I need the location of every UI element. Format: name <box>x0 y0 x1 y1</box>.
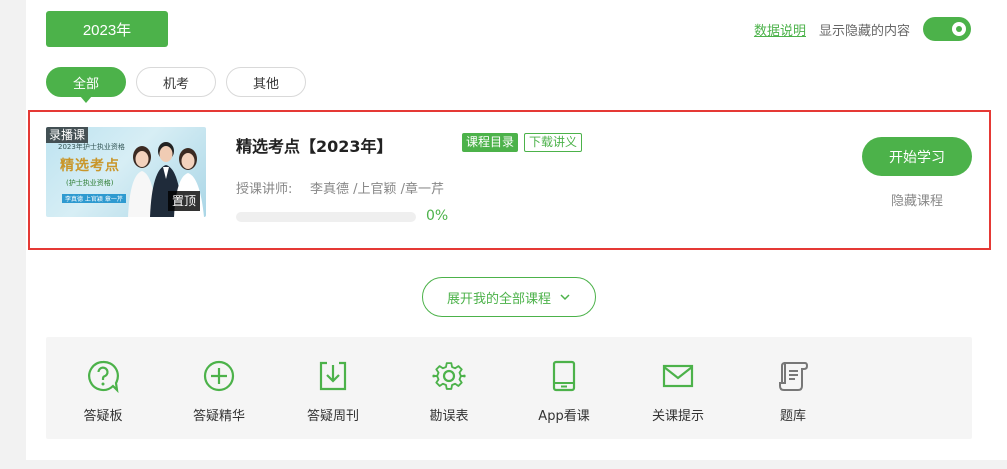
tool-label: 关课提示 <box>651 409 704 424</box>
thumb-small-text: 2023年护士执业资格 <box>58 143 125 151</box>
download-handout-tag[interactable]: 下载讲义 <box>524 133 583 152</box>
download-box-icon <box>319 361 347 391</box>
tool-label: 答疑板 <box>83 409 123 424</box>
course-card: 录播课 2023年护士执业资格 精选考点 (护士执业资格) 李真德 上官颖 章一… <box>28 110 991 250</box>
thumb-subtitle: (护士执业资格) <box>66 179 114 187</box>
envelope-icon <box>662 364 694 388</box>
pinned-badge[interactable]: 置顶 <box>167 191 200 211</box>
year-button[interactable]: 2023年 <box>46 11 168 47</box>
course-title[interactable]: 精选考点【2023年】 <box>236 133 393 157</box>
progress-bar <box>236 212 416 222</box>
tool-errata[interactable]: 勘误表 <box>414 337 484 439</box>
top-right-controls: 数据说明 显示隐藏的内容 <box>754 16 971 42</box>
expand-label: 展开我的全部课程 <box>446 290 551 306</box>
teacher-label: 授课讲师: <box>236 182 293 197</box>
tool-question-bank[interactable]: 题库 <box>758 337 828 439</box>
hide-course-button[interactable]: 隐藏课程 <box>862 190 972 209</box>
chevron-down-icon <box>560 294 570 301</box>
tool-label: 答疑精华 <box>192 409 245 424</box>
tool-label: App看课 <box>538 409 590 424</box>
course-catalog-tag[interactable]: 课程目录 <box>462 133 519 152</box>
plus-circle-icon <box>203 360 235 392</box>
course-thumbnail[interactable]: 录播课 2023年护士执业资格 精选考点 (护士执业资格) 李真德 上官颖 章一… <box>46 127 206 217</box>
tool-label: 题库 <box>779 409 806 424</box>
start-learning-button[interactable]: 开始学习 <box>862 137 972 176</box>
tool-qa-highlights[interactable]: 答疑精华 <box>184 337 254 439</box>
tab-machine-exam[interactable]: 机考 <box>136 67 216 97</box>
show-hidden-toggle[interactable] <box>923 17 971 41</box>
filter-tabs: 全部 机考 其他 <box>46 67 306 97</box>
tools-bar: 答疑板 答疑精华 答疑周刊 勘误表 App看课 关课提示 题库 <box>46 337 972 439</box>
tablet-icon <box>552 360 576 392</box>
tab-all[interactable]: 全部 <box>46 67 126 97</box>
expand-all-courses-button[interactable]: 展开我的全部课程 <box>422 277 596 317</box>
show-hidden-label: 显示隐藏的内容 <box>818 23 910 39</box>
tool-label: 勘误表 <box>429 409 469 424</box>
gear-icon <box>432 362 466 390</box>
teacher-names: 李真德 /上官颖 /章一芹 <box>310 182 445 197</box>
tool-qa-weekly[interactable]: 答疑周刊 <box>298 337 368 439</box>
tool-qa-board[interactable]: 答疑板 <box>68 337 138 439</box>
question-bubble-icon <box>88 360 119 393</box>
thumb-teachers-strip: 李真德 上官颖 章一芹 <box>62 194 126 203</box>
toggle-knob <box>952 22 966 36</box>
data-description-link[interactable]: 数据说明 <box>754 20 806 39</box>
recorded-course-badge: 录播课 <box>46 127 89 143</box>
thumb-headline: 精选考点 <box>60 158 120 174</box>
scroll-icon <box>779 362 809 391</box>
tool-app-watch[interactable]: App看课 <box>526 337 602 439</box>
tab-other[interactable]: 其他 <box>226 67 306 97</box>
tool-course-close-notice[interactable]: 关课提示 <box>643 337 713 439</box>
progress-text: 0% <box>426 208 449 224</box>
tool-label: 答疑周刊 <box>306 409 359 424</box>
